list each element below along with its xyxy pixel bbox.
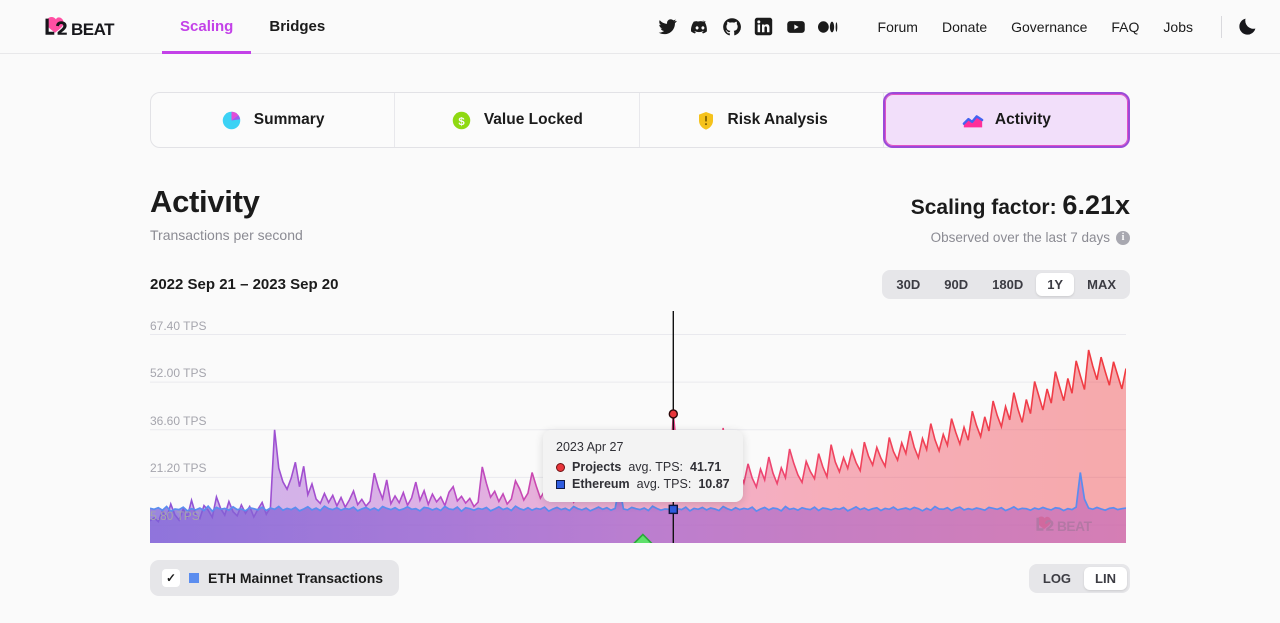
ethereum-marker-icon	[556, 480, 565, 489]
tab-label: Activity	[995, 111, 1051, 129]
tooltip-row-ethereum: Ethereum avg. TPS: 10.87	[556, 477, 730, 491]
legend-checkbox[interactable]: ✓	[162, 569, 180, 587]
utility-nav: Forum Donate Governance FAQ Jobs	[866, 19, 1205, 35]
page-content: Summary $ Value Locked Risk Analysis	[0, 92, 1280, 623]
chart-canvas[interactable]	[150, 311, 1126, 543]
tab-activity[interactable]: Activity	[883, 92, 1130, 148]
observed-note: Observed over the last 7 days	[931, 230, 1110, 245]
observed-note-row: Observed over the last 7 days i	[911, 230, 1130, 245]
dollar-circle-icon: $	[451, 109, 473, 131]
site-header: BEAT Scaling Bridges Forum Donate Govern…	[0, 0, 1280, 54]
util-link-forum[interactable]: Forum	[866, 19, 930, 35]
legend-eth-mainnet-toggle[interactable]: ✓ ETH Mainnet Transactions	[150, 560, 399, 596]
date-range-label: 2022 Sep 21 – 2023 Sep 20	[150, 276, 338, 293]
range-selector: 30D 90D 180D 1Y MAX	[882, 270, 1130, 299]
medium-icon[interactable]	[818, 17, 838, 37]
projects-marker-icon	[556, 463, 565, 472]
l2beat-logo-icon: BEAT	[40, 14, 122, 40]
tooltip-row-projects: Projects avg. TPS: 41.71	[556, 460, 730, 474]
pie-chart-icon	[221, 109, 243, 131]
range-option-30d[interactable]: 30D	[885, 273, 931, 296]
linkedin-icon[interactable]	[754, 17, 774, 37]
scale-option-log[interactable]: LOG	[1032, 567, 1082, 590]
tooltip-value: 10.87	[698, 477, 729, 491]
area-chart-icon	[962, 109, 984, 131]
tab-label: Risk Analysis	[728, 111, 828, 129]
legend-label: ETH Mainnet Transactions	[208, 570, 383, 586]
youtube-icon[interactable]	[786, 17, 806, 37]
chart-tooltip: 2023 Apr 27 Projects avg. TPS: 41.71 Eth…	[543, 430, 743, 502]
legend-color-swatch	[189, 573, 199, 583]
scaling-factor-block: Scaling factor: 6.21x Observed over the …	[911, 186, 1130, 245]
range-option-180d[interactable]: 180D	[981, 273, 1034, 296]
headline-row: Activity Transactions per second Scaling…	[150, 186, 1130, 245]
github-icon[interactable]	[722, 17, 742, 37]
range-row: 2022 Sep 21 – 2023 Sep 20 30D 90D 180D 1…	[150, 270, 1130, 299]
svg-text:BEAT: BEAT	[71, 20, 115, 39]
tab-risk-analysis[interactable]: Risk Analysis	[640, 93, 884, 147]
util-link-jobs[interactable]: Jobs	[1151, 19, 1205, 35]
header-right: Forum Donate Governance FAQ Jobs	[658, 16, 1258, 38]
scaling-factor-value: 6.21x	[1062, 190, 1130, 220]
shield-warning-icon	[695, 109, 717, 131]
util-link-faq[interactable]: FAQ	[1099, 19, 1151, 35]
tooltip-series-name: Ethereum	[572, 477, 630, 491]
info-icon[interactable]: i	[1116, 231, 1130, 245]
scale-selector: LOG LIN	[1029, 564, 1130, 593]
tooltip-series-name: Projects	[572, 460, 621, 474]
page-title: Activity	[150, 186, 303, 219]
tooltip-date: 2023 Apr 27	[556, 440, 730, 454]
moon-icon[interactable]	[1236, 16, 1258, 38]
scaling-factor-line: Scaling factor: 6.21x	[911, 190, 1130, 221]
tooltip-metric: avg. TPS:	[628, 460, 683, 474]
nav-item-bridges[interactable]: Bridges	[251, 0, 343, 54]
range-option-90d[interactable]: 90D	[933, 273, 979, 296]
activity-chart[interactable]: 67.40 TPS 52.00 TPS 36.60 TPS 21.20 TPS …	[150, 311, 1130, 543]
tab-label: Summary	[254, 111, 325, 129]
section-tabs: Summary $ Value Locked Risk Analysis	[150, 92, 1130, 148]
scale-option-lin[interactable]: LIN	[1084, 567, 1127, 590]
discord-icon[interactable]	[690, 17, 710, 37]
legend-row: ✓ ETH Mainnet Transactions LOG LIN	[150, 560, 1130, 596]
scaling-factor-label: Scaling factor:	[911, 196, 1057, 219]
headline-left: Activity Transactions per second	[150, 186, 303, 243]
page-subtitle: Transactions per second	[150, 227, 303, 243]
tab-label: Value Locked	[484, 111, 583, 129]
range-option-1y[interactable]: 1Y	[1036, 273, 1074, 296]
twitter-icon[interactable]	[658, 17, 678, 37]
tab-value-locked[interactable]: $ Value Locked	[395, 93, 639, 147]
tab-summary[interactable]: Summary	[151, 93, 395, 147]
logo[interactable]: BEAT	[40, 14, 122, 40]
primary-nav: Scaling Bridges	[162, 0, 343, 54]
util-link-donate[interactable]: Donate	[930, 19, 999, 35]
util-link-governance[interactable]: Governance	[999, 19, 1099, 35]
header-divider	[1221, 16, 1222, 38]
nav-item-scaling[interactable]: Scaling	[162, 0, 251, 54]
range-option-max[interactable]: MAX	[1076, 273, 1127, 296]
tooltip-metric: avg. TPS:	[637, 477, 692, 491]
tooltip-value: 41.71	[690, 460, 721, 474]
svg-text:$: $	[459, 115, 466, 127]
social-links	[658, 17, 838, 37]
